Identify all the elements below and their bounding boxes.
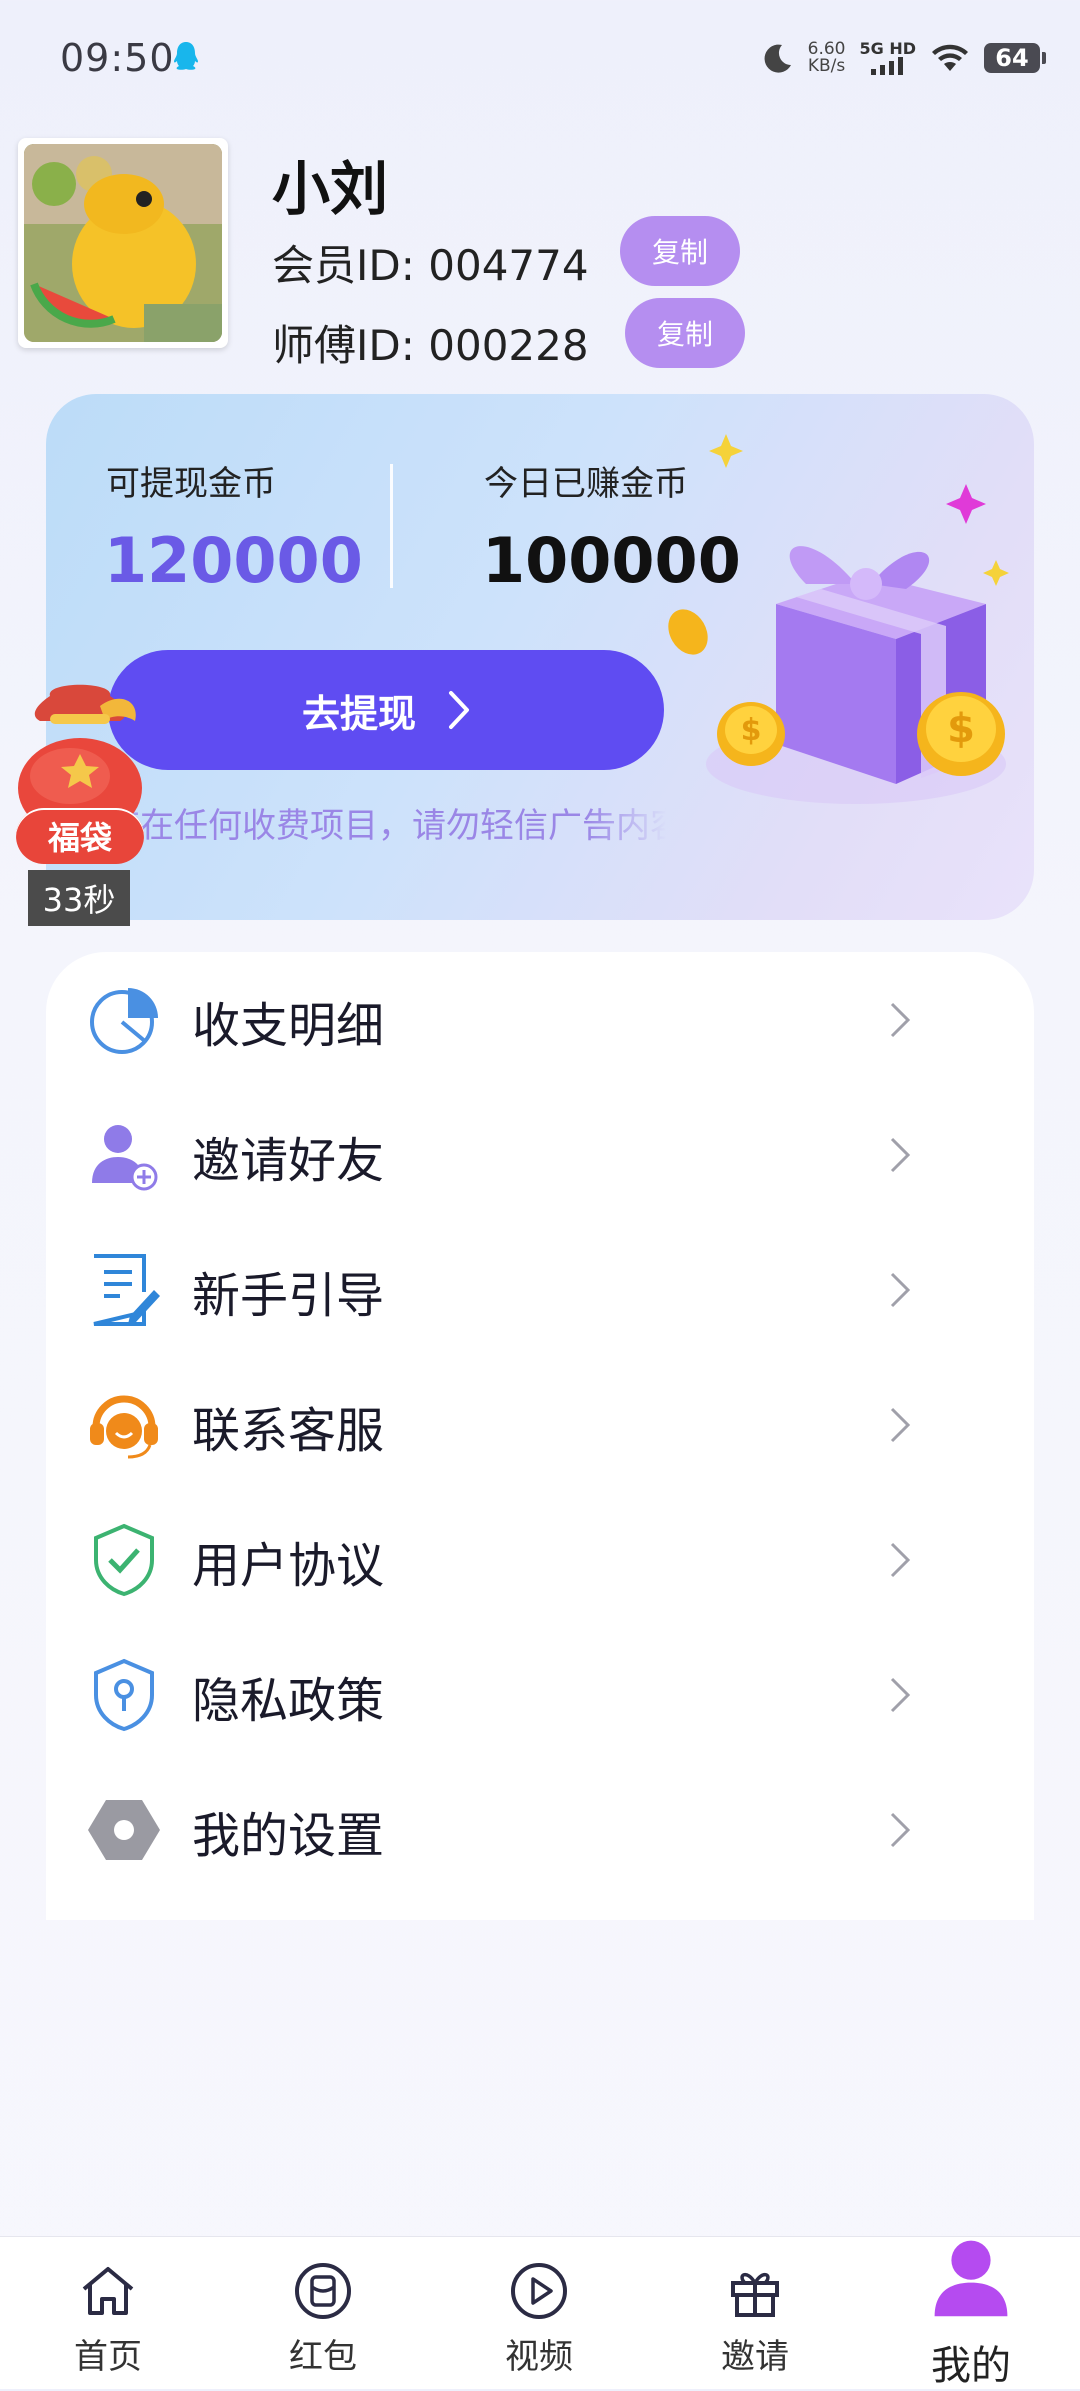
chevron-right-icon [890, 1272, 911, 1308]
menu-item-invite-friends[interactable]: 邀请好友 [46, 1087, 1034, 1222]
chevron-right-icon [449, 691, 469, 729]
master-id-row: 师傅ID: 000228 [272, 312, 589, 373]
user-name: 小刘 [272, 155, 389, 223]
menu-label-my-settings: 我的设置 [192, 1808, 385, 1864]
menu-item-my-settings[interactable]: 我的设置 [46, 1762, 1034, 1897]
lucky-bag-timer: 33秒 [28, 870, 130, 926]
home-icon [82, 2267, 134, 2315]
member-id-value: 004774 [428, 241, 589, 290]
pie-chart-icon [90, 988, 158, 1054]
nav-tab-red-packet[interactable]: 红包 [253, 2237, 393, 2389]
nav-label-red-packet: 红包 [289, 2337, 357, 2377]
network-speed: 6.60 KB/s [808, 41, 846, 75]
menu-label-beginner-guide: 新手引导 [192, 1268, 385, 1324]
nav-tab-invite[interactable]: 邀请 [685, 2237, 825, 2389]
menu-item-user-agreement[interactable]: 用户协议 [46, 1492, 1034, 1627]
settings-hexagon-icon [88, 1800, 160, 1860]
profile-icon [934, 2240, 1008, 2317]
gift-box-illustration: $ $ [668, 434, 1009, 804]
menu-label-privacy-policy: 隐私政策 [192, 1673, 385, 1729]
nav-label-video: 视频 [505, 2337, 573, 2377]
anti-fraud-notice: 存在任何收费项目，请勿轻信广告内容，谨防诈骗 [106, 806, 666, 846]
nav-tab-video[interactable]: 视频 [469, 2237, 609, 2389]
shield-check-icon [94, 1523, 154, 1597]
menu-label-income-expense: 收支明细 [192, 998, 385, 1054]
chevron-right-icon [890, 1137, 911, 1173]
nav-label-invite: 邀请 [721, 2337, 789, 2377]
privacy-shield-icon [94, 1658, 154, 1732]
battery-indicator: 64 [984, 43, 1046, 73]
bottom-navigation: 首页 红包 视频 邀请 我的 [0, 2236, 1080, 2389]
network-type: 5G HD [859, 39, 916, 58]
signal-bars-icon [870, 57, 903, 75]
wallet-divider [390, 464, 393, 588]
avatar[interactable] [18, 138, 228, 348]
withdraw-button-label: 去提现 [301, 691, 416, 736]
wifi-icon [932, 44, 968, 71]
avatar-illustration [24, 144, 222, 342]
master-id-value: 000228 [428, 321, 589, 370]
status-bar: 09:50 6.60 KB/s 5G HD 64 [0, 0, 1080, 118]
guide-document-icon [93, 1254, 160, 1326]
red-packet-icon [295, 2263, 351, 2319]
master-id-label: 师傅ID: [272, 321, 415, 370]
nav-tab-mine[interactable]: 我的 [901, 2237, 1041, 2389]
lucky-bag-label[interactable]: 福袋 [16, 808, 144, 864]
withdraw-button[interactable]: 去提现 [108, 650, 664, 770]
member-id-label: 会员ID: [272, 241, 415, 290]
copy-master-id-button[interactable]: 复制 [625, 298, 745, 368]
video-play-icon [511, 2263, 567, 2319]
nav-label-home: 首页 [74, 2337, 142, 2377]
menu-item-income-expense[interactable]: 收支明细 [46, 952, 1034, 1087]
menu-label-invite-friends: 邀请好友 [192, 1133, 385, 1189]
signal-group: 5G HD [859, 41, 916, 75]
gift-icon [731, 2272, 779, 2317]
avatar-image [24, 144, 222, 342]
member-id-row: 会员ID: 004774 [272, 232, 589, 293]
status-right-group: 6.60 KB/s 5G HD 64 [760, 38, 1046, 78]
add-user-icon [92, 1125, 158, 1191]
withdrawable-label: 可提现金币 [106, 464, 276, 504]
chevron-right-icon [890, 1677, 911, 1713]
menu-item-beginner-guide[interactable]: 新手引导 [46, 1222, 1034, 1357]
chevron-right-icon [890, 1002, 911, 1038]
menu-label-customer-service: 联系客服 [192, 1403, 385, 1459]
menu-item-customer-service[interactable]: 联系客服 [46, 1357, 1034, 1492]
settings-menu: 收支明细 邀请好友 新手引导 联系客服 用户协议 隐私政策 我的设置 [46, 952, 1034, 1920]
withdrawable-value: 120000 [104, 524, 363, 597]
svg-text:$: $ [947, 706, 975, 752]
nav-label-mine: 我的 [931, 2343, 1011, 2389]
moon-icon [764, 44, 791, 73]
chevron-right-icon [890, 1542, 911, 1578]
wallet-card: 可提现金币 120000 今日已赚金币 100000 $ $ 去提现 存在任何收… [46, 394, 1034, 920]
headset-icon [90, 1395, 158, 1459]
copy-member-id-button[interactable]: 复制 [620, 216, 740, 286]
chevron-right-icon [890, 1812, 911, 1848]
svg-text:$: $ [741, 713, 762, 748]
menu-item-privacy-policy[interactable]: 隐私政策 [46, 1627, 1034, 1762]
menu-label-user-agreement: 用户协议 [192, 1538, 385, 1594]
status-time: 09:50 [60, 36, 175, 80]
chevron-right-icon [890, 1407, 911, 1443]
qq-notification-icon [174, 42, 198, 70]
network-speed-unit: KB/s [807, 56, 846, 76]
nav-tab-home[interactable]: 首页 [38, 2237, 178, 2389]
